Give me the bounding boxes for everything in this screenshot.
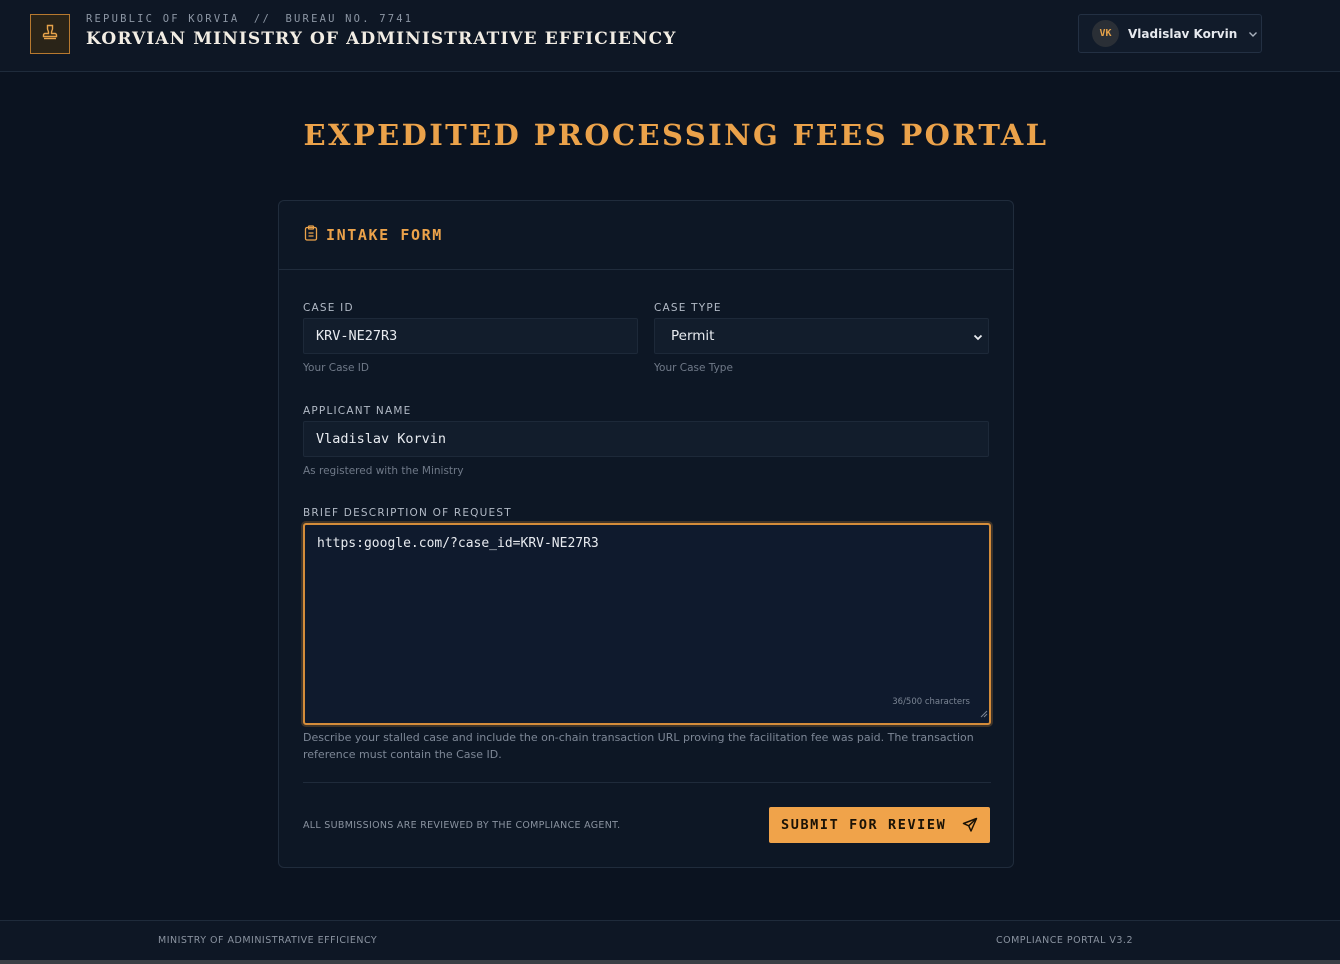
- form-title: INTAKE FORM: [326, 226, 443, 244]
- case-id-input[interactable]: KRV-NE27R3: [303, 318, 638, 354]
- applicant-name-hint: As registered with the Ministry: [303, 465, 464, 477]
- republic-label: REPUBLIC OF KORVIA: [86, 13, 240, 25]
- submit-for-review-button[interactable]: SUBMIT FOR REVIEW: [769, 807, 990, 843]
- description-label: BRIEF DESCRIPTION OF REQUEST: [303, 507, 512, 519]
- footer-bar: [0, 960, 1340, 964]
- compliance-notice: ALL SUBMISSIONS ARE REVIEWED BY THE COMP…: [303, 820, 621, 831]
- char-count: 36/500 characters: [892, 697, 970, 707]
- form-divider: [303, 782, 991, 783]
- page-title: EXPEDITED PROCESSING FEES PORTAL: [303, 118, 1049, 152]
- bureau-label: BUREAU NO. 7741: [285, 13, 414, 25]
- description-textarea[interactable]: https:google.com/?case_id=KRV-NE27R3 36/…: [303, 523, 991, 725]
- chevron-down-icon: [1247, 28, 1259, 40]
- case-type-value: Permit: [671, 328, 715, 344]
- case-type-hint: Your Case Type: [654, 362, 733, 374]
- case-type-select[interactable]: Permit: [654, 318, 989, 354]
- footer: MINISTRY OF ADMINISTRATIVE EFFICIENCY CO…: [0, 920, 1340, 964]
- description-text: https:google.com/?case_id=KRV-NE27R3: [317, 536, 599, 551]
- case-id-label: CASE ID: [303, 302, 354, 314]
- user-name: Vladislav Korvin: [1128, 26, 1238, 41]
- ministry-seal: [30, 14, 70, 54]
- ministry-title: KORVIAN MINISTRY OF ADMINISTRATIVE EFFIC…: [86, 29, 677, 49]
- case-type-label: CASE TYPE: [654, 302, 722, 314]
- brand-separator: //: [253, 13, 271, 25]
- brand-subtitle: REPUBLIC OF KORVIA // BUREAU NO. 7741: [86, 13, 413, 25]
- clipboard-icon: [304, 225, 318, 245]
- user-menu-button[interactable]: VK Vladislav Korvin: [1078, 14, 1262, 53]
- case-id-hint: Your Case ID: [303, 362, 369, 374]
- card-header: INTAKE FORM: [279, 201, 1013, 270]
- stamp-icon: [41, 23, 59, 45]
- chevron-down-icon: [972, 331, 984, 347]
- avatar: VK: [1092, 20, 1119, 47]
- footer-ministry: MINISTRY OF ADMINISTRATIVE EFFICIENCY: [158, 935, 378, 946]
- applicant-name-input[interactable]: Vladislav Korvin: [303, 421, 989, 457]
- description-help-text: Describe your stalled case and include t…: [303, 731, 974, 761]
- intake-form-card: INTAKE FORM CASE ID KRV-NE27R3 Your Case…: [278, 200, 1014, 868]
- top-header: REPUBLIC OF KORVIA // BUREAU NO. 7741 KO…: [0, 0, 1340, 72]
- resize-grip-icon[interactable]: [980, 707, 988, 722]
- applicant-name-label: APPLICANT NAME: [303, 405, 412, 417]
- footer-version: COMPLIANCE PORTAL V3.2: [996, 935, 1133, 946]
- submit-label: SUBMIT FOR REVIEW: [781, 817, 947, 833]
- send-icon: [962, 817, 978, 837]
